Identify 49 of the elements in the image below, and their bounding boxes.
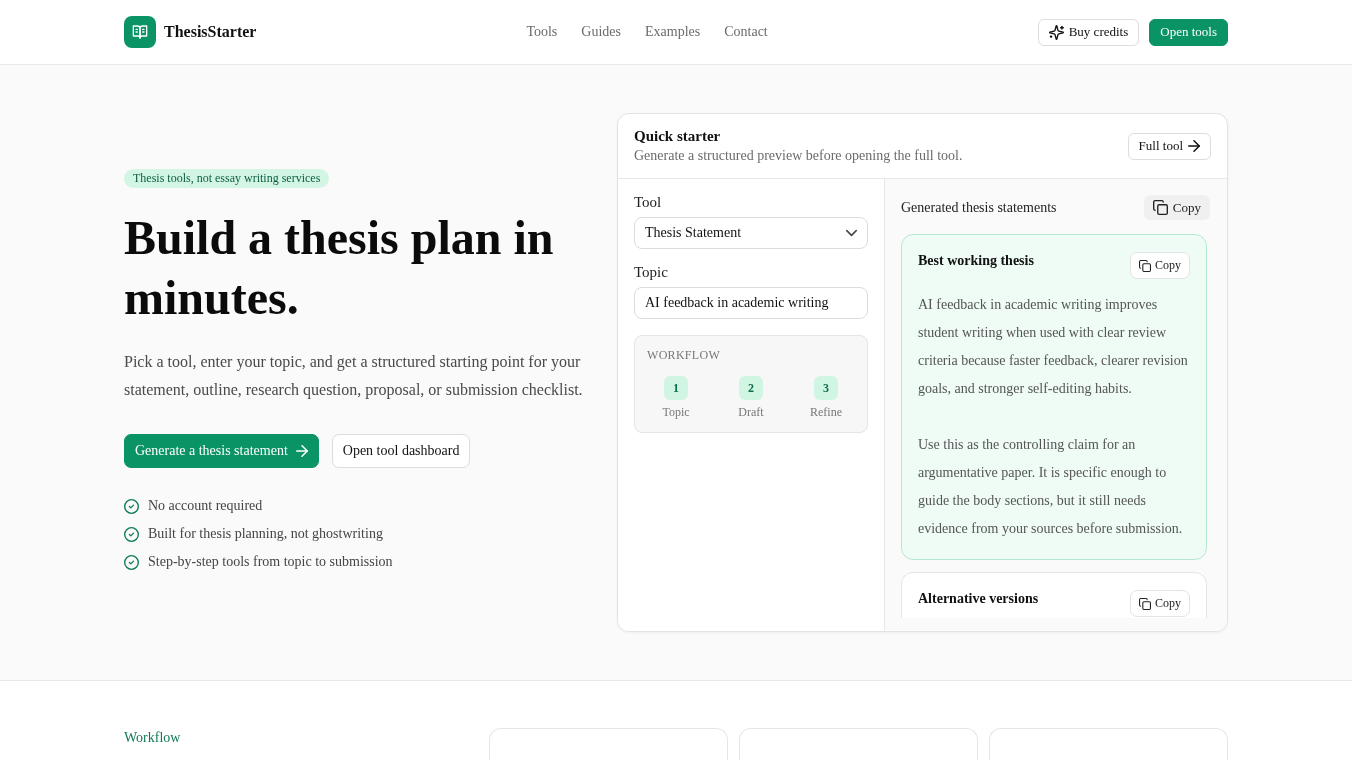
feature-text: Built for thesis planning, not ghostwriting [148,526,383,542]
hero-description: Pick a tool, enter your topic, and get a structured starting point for your statement, outline, research question, proposal, or submission checklist. [124,352,584,401]
brand-link[interactable]: ThesisStarter [164,23,257,41]
field-label: Topic [634,263,669,281]
copy-icon [1152,200,1168,215]
topic-input[interactable]: AI feedback in academic writing [634,287,868,319]
dashboard-button[interactable]: Open tool dashboard [331,434,471,468]
check-circle-icon [124,498,139,514]
chevron-down-icon [846,229,857,237]
section-label: Workflow [124,729,182,747]
sparkle-icon [1048,24,1064,40]
copy-icon [1139,597,1151,610]
step-label: Refine [810,404,842,420]
check-circle-icon [124,554,139,570]
nav-link[interactable]: Guides [581,24,621,40]
open-tools-button[interactable]: Open tools [1149,18,1228,46]
step-label: Topic [662,404,690,420]
check-circle-icon [124,526,139,542]
buy-credits-button[interactable]: Buy credits [1037,18,1140,46]
nav-link[interactable]: Contact [724,24,768,40]
tagline-badge: Thesis tools, not essay writing services [124,169,330,188]
panel-subtitle: Generate a structured preview before opening the full tool. [634,147,963,165]
step-number: 2 [739,376,763,400]
field-label: Tool [634,193,663,211]
feature-text: No account required [148,498,263,514]
generate-button[interactable]: Generate a thesis statement [124,434,319,468]
nav-link[interactable]: Examples [645,24,701,40]
copy-button[interactable]: Copy [1143,195,1210,220]
step-number: 3 [814,376,838,400]
result-text: AI feedback in academic writing improves student writing when used with clear review criteria because faster feedback, clearer revision goals, and stronger self-editing habits. [918,296,1189,398]
full-tool-button[interactable]: Full tool [1127,132,1211,160]
nav-link[interactable]: Tools [526,24,558,40]
result-title: Alternative versions [918,590,1039,608]
output-heading: Generated thesis statements [901,199,1057,216]
arrow-right-icon [1188,140,1200,152]
feature-text: Step-by-step tools from topic to submission [148,554,393,570]
step-label: Draft [738,404,764,420]
step-number: 1 [664,376,688,400]
book-icon [124,16,156,48]
panel-title: Quick starter [634,127,722,146]
result-title: Best working thesis [918,252,1034,270]
copy-button[interactable]: Copy [1130,252,1190,279]
hero-heading: Build a thesis plan in minutes. [124,210,555,326]
copy-icon [1139,259,1151,272]
tool-select[interactable]: Thesis Statement [634,217,868,249]
workflow-label: WORKFLOW [647,347,722,363]
result-text: Use this as the controlling claim for an argumentative paper. It is specific enough to guide the body sections, but it still needs evidence from your sources before submission. [918,436,1184,538]
arrow-right-icon [295,445,308,457]
copy-button[interactable]: Copy [1130,590,1190,617]
